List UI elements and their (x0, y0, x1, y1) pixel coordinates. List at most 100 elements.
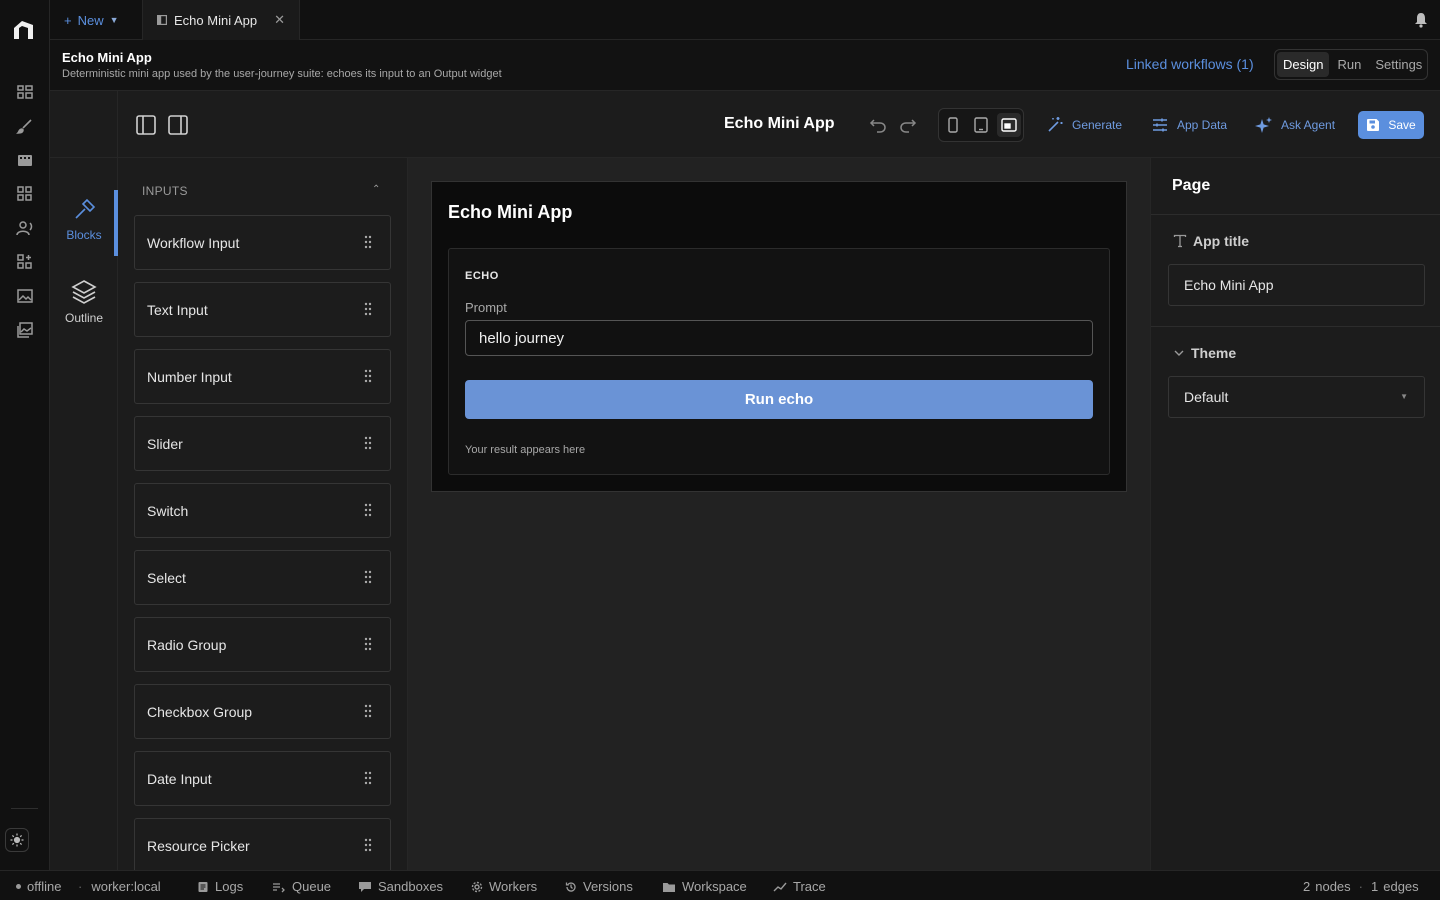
mode-switcher: Design Run Settings (1274, 49, 1428, 80)
theme-select[interactable]: Default ▼ (1168, 376, 1425, 418)
block-item[interactable]: Switch (134, 483, 391, 538)
chevron-down-icon (1173, 347, 1185, 359)
voice-user-icon[interactable] (16, 219, 34, 237)
drag-handle-icon[interactable] (364, 235, 372, 249)
bell-icon[interactable] (1414, 12, 1428, 28)
mobile-device-icon[interactable] (941, 113, 965, 137)
status-workers[interactable]: Workers (471, 879, 537, 894)
tablet-device-icon[interactable] (969, 113, 993, 137)
chevron-up-icon[interactable]: ⌃ (372, 184, 380, 195)
drag-handle-icon[interactable] (364, 637, 372, 651)
mode-design[interactable]: Design (1277, 52, 1330, 77)
echo-card[interactable]: ECHO Prompt Run echo Your result appears… (448, 248, 1110, 475)
design-canvas: Echo Mini App ECHO Prompt Run echo Your … (408, 158, 1150, 870)
drag-handle-icon[interactable] (364, 570, 372, 584)
linked-workflows-link[interactable]: Linked workflows (1) (1126, 56, 1254, 72)
block-item-label: Select (147, 569, 186, 586)
status-trace[interactable]: Trace (773, 879, 826, 894)
inputs-section-title: INPUTS (142, 184, 188, 198)
tab-echo-mini-app[interactable]: Echo Mini App ✕ (142, 0, 300, 40)
app-header: Echo Mini App Deterministic mini app use… (50, 40, 1440, 91)
app-logo-icon[interactable] (12, 18, 36, 42)
history-icon (565, 881, 577, 893)
drag-handle-icon[interactable] (364, 302, 372, 316)
text-type-icon (1173, 234, 1187, 248)
block-item-label: Workflow Input (147, 234, 240, 251)
status-versions[interactable]: Versions (565, 879, 633, 894)
film-icon[interactable] (16, 151, 34, 169)
undo-icon[interactable] (869, 116, 887, 134)
graph-stats: 2 nodes · 1 edges (1303, 879, 1419, 894)
block-item-label: Checkbox Group (147, 703, 253, 720)
drag-handle-icon[interactable] (364, 771, 372, 785)
theme-prop[interactable]: Theme (1173, 345, 1236, 361)
toggle-left-panel-icon[interactable] (136, 115, 156, 135)
block-item[interactable]: Radio Group (134, 617, 391, 672)
new-button[interactable]: + New ▼ (64, 11, 119, 29)
status-workspace[interactable]: Workspace (662, 879, 747, 894)
mode-settings[interactable]: Settings (1369, 52, 1428, 77)
generate-button[interactable]: Generate (1046, 116, 1122, 134)
nodes-count: 2 (1303, 879, 1311, 894)
block-item[interactable]: Slider (134, 416, 391, 471)
apps-grid-icon[interactable] (16, 185, 34, 203)
inspector-divider (1151, 326, 1440, 327)
app-title-prop: App title (1173, 233, 1249, 249)
inspector-heading: Page (1172, 177, 1211, 194)
block-item[interactable]: Select (134, 550, 391, 605)
dashboard-icon[interactable] (16, 83, 34, 101)
image-stack-icon[interactable] (16, 321, 34, 339)
drag-handle-icon[interactable] (364, 704, 372, 718)
brush-icon[interactable] (16, 117, 34, 135)
block-item[interactable]: Text Input (134, 282, 391, 337)
drag-handle-icon[interactable] (364, 503, 372, 517)
prompt-input[interactable] (465, 320, 1093, 356)
save-button[interactable]: Save (1358, 111, 1424, 139)
connection-status: offline (16, 879, 61, 894)
gallery-icon[interactable] (16, 287, 34, 305)
block-item[interactable]: Checkbox Group (134, 684, 391, 739)
preview-title: Echo Mini App (448, 202, 573, 222)
theme-toggle-sun-icon[interactable] (5, 828, 29, 852)
magic-wand-icon (1046, 116, 1064, 134)
theme-label: Theme (1191, 345, 1237, 361)
status-logs[interactable]: Logs (197, 879, 243, 894)
file-icon (197, 881, 209, 893)
redo-icon[interactable] (899, 116, 917, 134)
block-item[interactable]: Date Input (134, 751, 391, 806)
left-rail (0, 0, 50, 870)
run-echo-button[interactable]: Run echo (465, 380, 1093, 419)
block-item[interactable]: Number Input (134, 349, 391, 404)
ask-agent-button[interactable]: Ask Agent (1255, 116, 1335, 134)
app-title-input[interactable] (1168, 264, 1425, 306)
block-item[interactable]: Resource Picker (134, 818, 391, 870)
prompt-label: Prompt (465, 300, 507, 315)
block-item-label: Slider (147, 435, 183, 452)
mode-run[interactable]: Run (1331, 52, 1367, 77)
worker-label: worker:local (91, 879, 161, 894)
editor-toolbar: Echo Mini App Generate App Data Ask Agen… (50, 91, 1440, 158)
app-name: Echo Mini App (62, 50, 152, 65)
nav-outline-label: Outline (64, 311, 104, 325)
add-widget-icon[interactable] (16, 253, 34, 271)
edges-label: edges (1383, 879, 1419, 894)
device-preview-switcher (938, 108, 1024, 142)
toggle-right-panel-icon[interactable] (168, 115, 188, 135)
drag-handle-icon[interactable] (364, 436, 372, 450)
status-queue[interactable]: Queue (272, 879, 331, 894)
block-item[interactable]: Workflow Input (134, 215, 391, 270)
canvas-app-title: Echo Mini App (724, 115, 835, 132)
save-label: Save (1388, 118, 1416, 132)
drag-handle-icon[interactable] (364, 838, 372, 852)
designer-side-nav: Blocks Outline (50, 158, 118, 870)
desktop-device-icon[interactable] (997, 113, 1021, 137)
status-sandboxes[interactable]: Sandboxes (358, 879, 443, 894)
status-logs-label: Logs (215, 879, 244, 894)
caret-down-icon: ▼ (109, 15, 119, 25)
nav-outline[interactable]: Outline (50, 279, 118, 325)
nav-blocks[interactable]: Blocks (50, 198, 118, 242)
close-icon[interactable]: ✕ (274, 12, 285, 28)
app-data-button[interactable]: App Data (1151, 116, 1227, 134)
status-versions-label: Versions (583, 879, 633, 894)
drag-handle-icon[interactable] (364, 369, 372, 383)
